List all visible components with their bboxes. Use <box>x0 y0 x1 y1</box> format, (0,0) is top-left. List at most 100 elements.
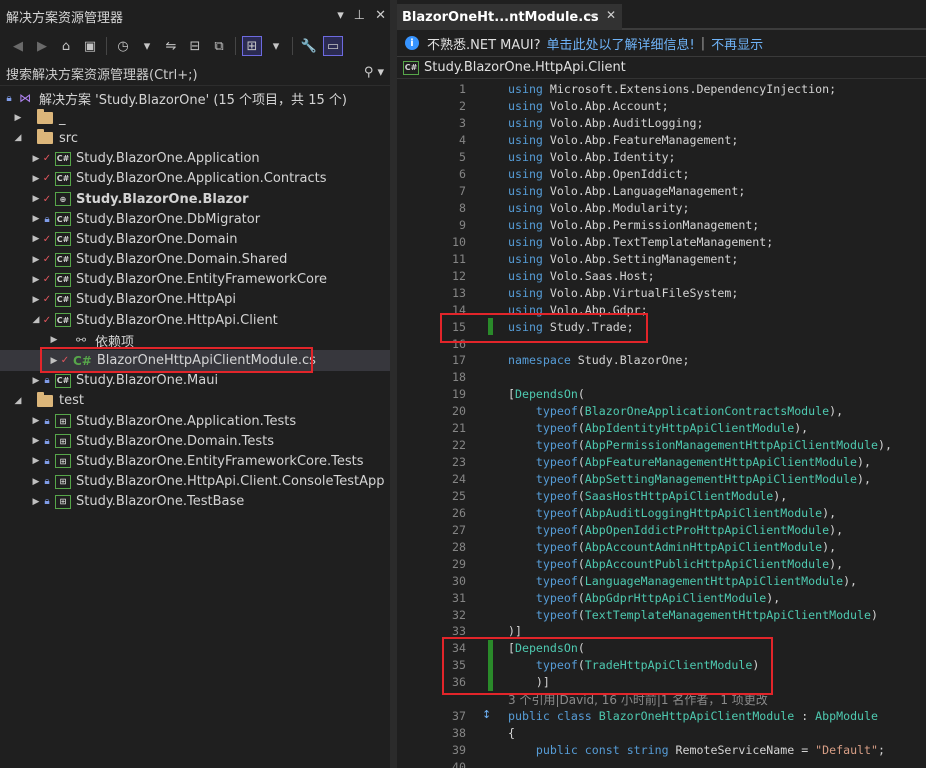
expand-arrow-icon[interactable]: ▶ <box>30 154 42 164</box>
checkmark-icon: ✓ <box>42 314 52 326</box>
learn-more-link[interactable]: 单击此处以了解详细信息! <box>547 34 695 53</box>
folder-underscore[interactable]: ▶ _ <box>0 108 390 128</box>
document-tab[interactable]: BlazorOneHt...ntModule.cs ⊸ ✕ <box>397 4 622 30</box>
expand-arrow-icon[interactable]: ▶ <box>30 174 42 184</box>
change-indicator <box>488 673 493 691</box>
properties-wrench-icon[interactable]: 🔧 <box>299 36 319 56</box>
gutter <box>470 200 508 217</box>
project-node[interactable]: ▶ ✓ C# Study.BlazorOne.Domain <box>0 229 390 249</box>
line-number: 16 <box>452 336 466 351</box>
close-icon[interactable]: ✕ <box>375 8 386 23</box>
line-number: 15 <box>452 319 466 334</box>
expand-arrow-icon[interactable]: ▶ <box>30 255 42 265</box>
expand-arrow-icon[interactable]: ▶ <box>30 497 42 507</box>
project-node[interactable]: ▶ ✓ C# Study.BlazorOne.Domain.Shared <box>0 250 390 270</box>
gutter <box>470 183 508 200</box>
line-number: 18 <box>452 370 466 385</box>
dependencies-node[interactable]: ▶ ⚯ 依赖项 <box>0 330 390 350</box>
search-input[interactable]: 搜索解决方案资源管理器(Ctrl+;) <box>6 64 198 83</box>
expand-arrow-icon[interactable]: ▶ <box>30 416 42 426</box>
line-number: 24 <box>452 472 466 487</box>
dropdown-icon[interactable]: ▾ <box>337 8 344 23</box>
sync-icon[interactable]: ⇋ <box>161 36 181 56</box>
chevron-down-icon[interactable]: ▾ <box>266 36 286 56</box>
search-icon[interactable]: ⚲ ▾ <box>364 65 384 80</box>
folder-src[interactable]: ◢ src <box>0 128 390 148</box>
expand-arrow-icon[interactable]: ▶ <box>30 214 42 224</box>
code-line: 10 using Volo.Abp.TextTemplateManagement; <box>397 233 926 250</box>
code-line: 8 using Volo.Abp.Modularity; <box>397 200 926 217</box>
pending-changes-icon[interactable]: ◷ <box>113 36 133 56</box>
test-project-node[interactable]: ▶ 🔒︎ ⊞ Study.BlazorOne.TestBase <box>0 492 390 512</box>
checkmark-icon: ✓ <box>42 254 52 266</box>
test-project-node[interactable]: ▶ 🔒︎ ⊞ Study.BlazorOne.Application.Tests <box>0 411 390 431</box>
track-active-item-icon[interactable]: ▭ <box>323 36 343 56</box>
code-text: using Volo.Abp.AuditLogging; <box>508 116 704 131</box>
preview-selected-icon[interactable]: ⊞ <box>242 36 262 56</box>
test-project-node[interactable]: ▶ 🔒︎ ⊞ Study.BlazorOne.EntityFrameworkCore.… <box>0 451 390 471</box>
expand-arrow-icon[interactable]: ▶ <box>30 275 42 285</box>
collapse-arrow-icon[interactable]: ◢ <box>12 396 24 406</box>
expand-arrow-icon[interactable]: ▶ <box>30 234 42 244</box>
show-all-files-icon[interactable]: ⧉ <box>209 36 229 56</box>
folder-test[interactable]: ◢ test <box>0 391 390 411</box>
expand-arrow-icon[interactable]: ▶ <box>30 456 42 466</box>
test-project-node[interactable]: ▶ 🔒︎ ⊞ Study.BlazorOne.Domain.Tests <box>0 431 390 451</box>
test-project-node[interactable]: ▶ 🔒︎ ⊞ Study.BlazorOne.HttpApi.Client.Conso… <box>0 472 390 492</box>
expand-arrow-icon[interactable]: ▶ <box>30 194 42 204</box>
code-area[interactable]: 1 using Microsoft.Extensions.DependencyIn… <box>397 81 926 768</box>
solution-node[interactable]: 🔒︎ ⋈ 解决方案 'Study.BlazorOne' (15 个项目，共 15… <box>0 88 390 108</box>
chevron-down-icon[interactable]: ▾ <box>137 36 157 56</box>
project-node[interactable]: ▶ 🔒︎ C# Study.BlazorOne.DbMigrator <box>0 209 390 229</box>
project-label: Study.BlazorOne.Application.Contracts <box>76 171 327 187</box>
close-tab-icon[interactable]: ✕ <box>606 8 616 22</box>
code-line: 35 typeof(TradeHttpApiClientModule) <box>397 656 926 674</box>
project-node[interactable]: ▶ ✓ ⊕ Study.BlazorOne.Blazor <box>0 189 390 209</box>
toolbar-divider <box>292 37 293 55</box>
project-node[interactable]: ▶ ✓ C# Study.BlazorOne.Application.Contract… <box>0 169 390 189</box>
csharp-project-icon: C# <box>55 212 71 227</box>
home-icon[interactable]: ⌂ <box>56 36 76 56</box>
implementation-icon[interactable]: ↕ <box>482 708 491 721</box>
line-number: 5 <box>459 150 466 165</box>
code-line: 13 using Volo.Abp.VirtualFileSystem; <box>397 284 926 301</box>
codelens-line[interactable]: 3 个引用|David, 16 小时前|1 名作者，1 项更改 <box>397 691 926 708</box>
navigation-bar[interactable]: C# Study.BlazorOne.HttpApi.Client <box>397 57 926 79</box>
expand-arrow-icon[interactable]: ▶ <box>48 335 60 345</box>
csharp-project-icon: C# <box>55 171 71 186</box>
expand-arrow-icon[interactable]: ▶ <box>48 356 60 366</box>
gutter <box>470 132 508 149</box>
collapse-arrow-icon[interactable]: ◢ <box>30 315 42 325</box>
expand-arrow-icon[interactable]: ▶ <box>30 477 42 487</box>
solution-search-box[interactable]: 搜索解决方案资源管理器(Ctrl+;) ⚲ ▾ <box>0 62 390 86</box>
info-icon: i <box>405 36 419 50</box>
project-label: Study.BlazorOne.Blazor <box>76 191 249 207</box>
expand-arrow-icon[interactable]: ▶ <box>30 376 42 386</box>
panel-splitter[interactable] <box>390 0 397 768</box>
dont-show-again-link[interactable]: 不再显示 <box>711 34 763 53</box>
expand-arrow-icon[interactable]: ▶ <box>30 295 42 305</box>
expand-arrow-icon[interactable]: ▶ <box>30 436 42 446</box>
project-node[interactable]: ◢ ✓ C# Study.BlazorOne.HttpApi.Client <box>0 310 390 330</box>
pin-tab-icon[interactable]: ⊸ <box>586 8 596 22</box>
project-node[interactable]: ▶ ✓ C# Study.BlazorOne.HttpApi <box>0 290 390 310</box>
line-number: 36 <box>452 675 466 690</box>
csharp-project-icon: C# <box>55 272 71 287</box>
project-node[interactable]: ▶ ✓ C# Study.BlazorOne.Application <box>0 149 390 169</box>
collapse-arrow-icon[interactable]: ◢ <box>12 133 24 143</box>
code-line: 15 using Study.Trade; <box>397 318 926 336</box>
code-text: typeof(AbpGdprHttpApiClientModule), <box>535 590 781 605</box>
switch-views-icon[interactable]: ▣ <box>80 36 100 56</box>
project-node-maui[interactable]: ▶ 🔒︎ C# Study.BlazorOne.Maui <box>0 371 390 391</box>
gutter <box>470 471 508 488</box>
nav-project-dropdown[interactable]: Study.BlazorOne.HttpApi.Client <box>424 60 626 75</box>
project-node[interactable]: ▶ ✓ C# Study.BlazorOne.EntityFrameworkCore <box>0 270 390 290</box>
forward-icon[interactable]: ▶ <box>32 36 52 56</box>
selected-file-node[interactable]: ▶ ✓ C# BlazorOneHttpApiClientModule.cs <box>0 347 390 374</box>
expand-arrow-icon[interactable]: ▶ <box>12 113 24 123</box>
project-label: Study.BlazorOne.EntityFrameworkCore.Test… <box>76 453 364 469</box>
pin-icon[interactable]: ⊥ <box>354 8 365 23</box>
collapse-all-icon[interactable]: ⊟ <box>185 36 205 56</box>
back-icon[interactable]: ◀ <box>8 36 28 56</box>
solution-label: 解决方案 'Study.BlazorOne' (15 个项目，共 15 个) <box>39 92 347 108</box>
